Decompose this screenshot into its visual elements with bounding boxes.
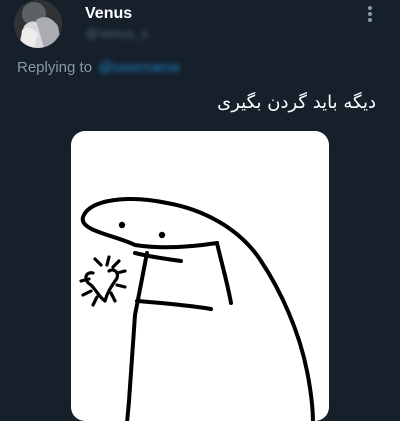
more-dot-icon	[368, 18, 372, 22]
more-options-button[interactable]	[360, 2, 380, 26]
replying-to-label: Replying to	[17, 59, 93, 76]
author-handle[interactable]: @Venus_s	[85, 27, 148, 41]
replying-to-handle-link[interactable]: @username	[98, 59, 180, 77]
tweet-media-image[interactable]	[71, 131, 329, 421]
more-dot-icon	[368, 12, 372, 16]
avatar[interactable]	[14, 0, 62, 48]
more-dot-icon	[368, 6, 372, 10]
author-display-name[interactable]: Venus	[85, 5, 132, 23]
heart-hands-icon	[79, 255, 127, 307]
meme-character-illustration	[79, 197, 315, 421]
tweet-text: دیگه باید گردن بگیری	[217, 92, 376, 113]
eye-icon	[118, 221, 166, 239]
avatar-image	[14, 0, 62, 48]
replying-to-row: Replying to @username	[17, 59, 180, 77]
